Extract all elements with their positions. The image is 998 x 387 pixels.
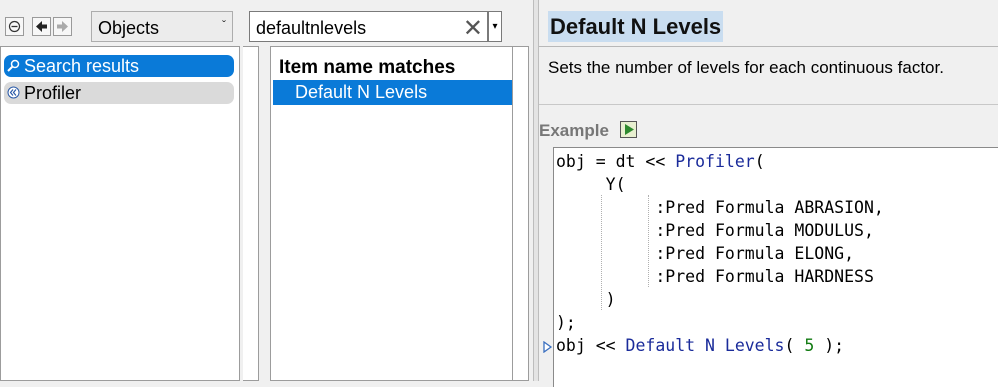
play-icon [625,124,634,135]
code-line-9: obj << Default N Levels( 5 ); [556,336,845,355]
matches-header: Item name matches [279,57,456,78]
help-description: Sets the number of levels for each conti… [548,58,944,77]
code-line-3: :Pred Formula ABRASION, [655,198,884,217]
navigation-scroll-gutter[interactable] [243,46,259,381]
match-item-default-n-levels[interactable]: Default N Levels [273,80,512,105]
nav-item-search-results[interactable]: Search results [4,55,234,77]
run-example-button[interactable] [620,121,637,138]
dropdown-value: Objects [98,18,160,38]
back-button[interactable] [32,17,51,36]
collapse-circle-icon [7,86,20,99]
title-divider [539,46,998,47]
help-title: Default N Levels [548,11,724,42]
dropdown-arrow-icon: ▾ [492,21,498,32]
nav-item-label: Search results [24,56,140,76]
code-line-7: ) [605,290,616,309]
collapse-icon [8,20,21,33]
search-value: defaultnlevels [256,18,367,38]
magnifier-icon [7,59,20,72]
code-line-4: :Pred Formula MODULUS, [655,221,874,240]
description-divider [539,104,998,105]
current-line-marker-icon [543,338,553,354]
scope-dropdown[interactable]: Objects ˇ [91,11,233,42]
back-arrow-icon [36,21,47,32]
match-item-label: Default N Levels [295,82,428,102]
code-line-5: :Pred Formula ELONG, [655,244,855,263]
code-line-1: obj = dt << Profiler( [556,152,765,171]
clear-icon[interactable]: ✕ [463,14,483,43]
chevron-down-icon: ˇ [222,18,226,32]
nav-item-profiler[interactable]: Profiler [4,82,234,104]
code-text: obj = dt << Profiler( Y( :Pred Formula A… [556,150,884,357]
nav-item-label: Profiler [24,83,82,103]
forward-arrow-icon [57,21,68,32]
example-code-block[interactable]: obj = dt << Profiler( Y( :Pred Formula A… [553,147,998,387]
search-history-dropdown[interactable]: ▾ [488,11,502,42]
forward-button[interactable] [53,17,72,36]
example-label: Example [539,121,609,140]
collapse-button[interactable] [5,17,24,36]
matches-scroll-gutter[interactable] [513,46,529,381]
code-line-8: ); [556,313,576,332]
search-input[interactable]: defaultnlevels ✕ [249,11,488,42]
code-line-2: Y( [605,175,626,194]
code-line-6: :Pred Formula HARDNESS [655,267,874,286]
pane-splitter[interactable] [533,0,539,381]
